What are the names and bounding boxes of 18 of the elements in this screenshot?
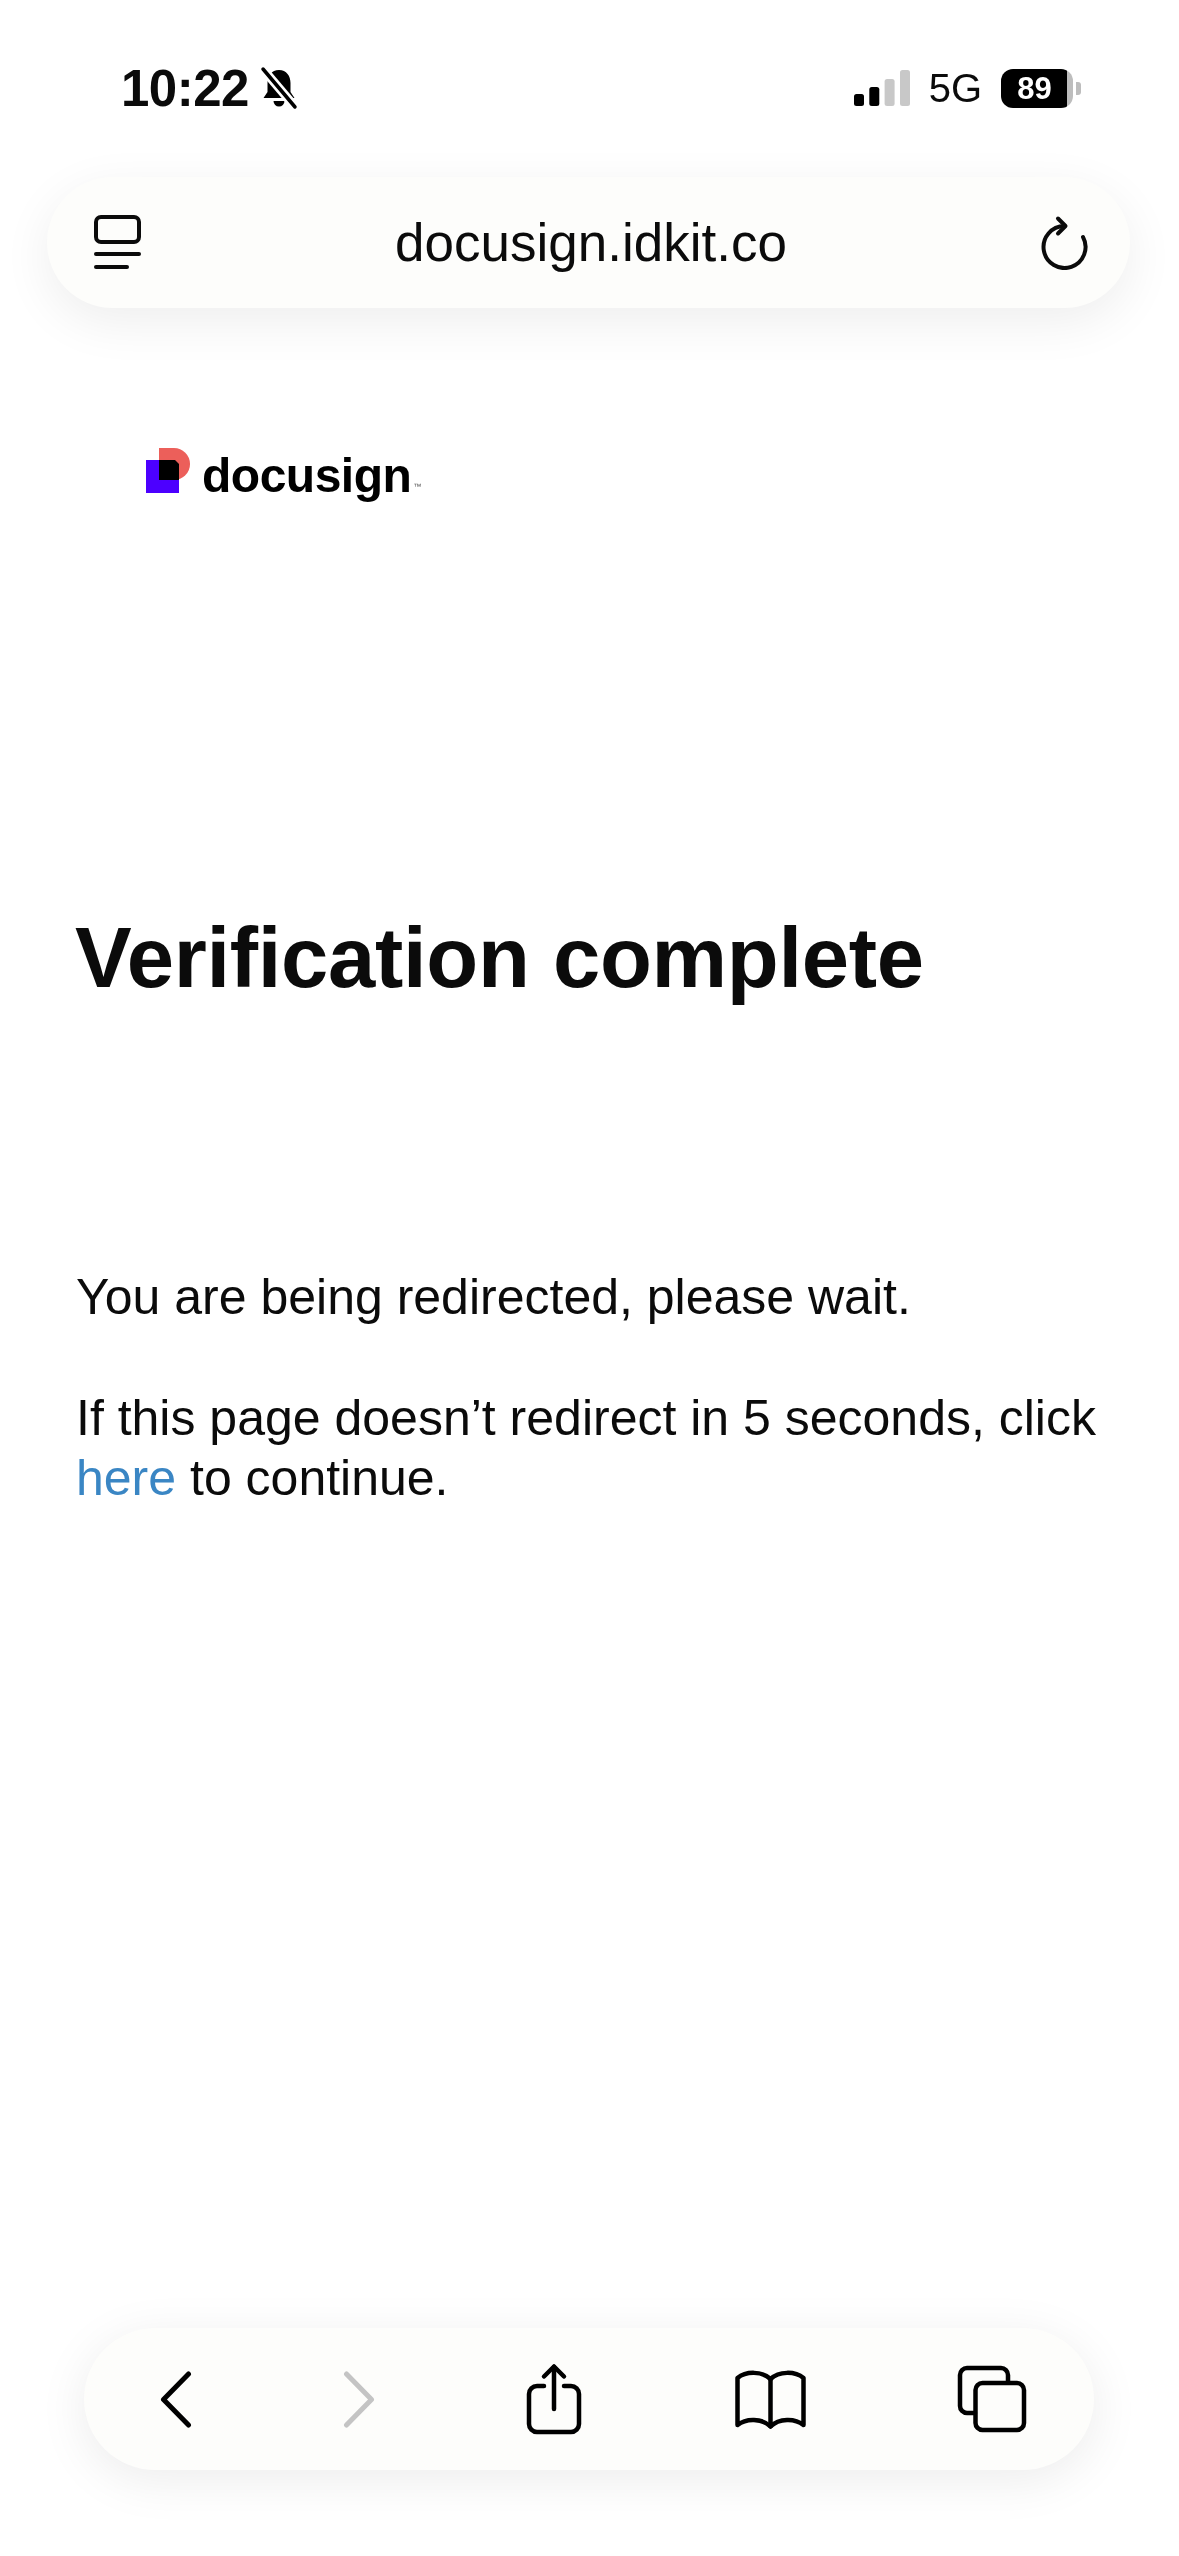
logo-wordmark: docusign <box>202 452 412 500</box>
status-message: You are being redirected, please wait. <box>76 1268 911 1327</box>
network-type: 5G <box>928 68 982 108</box>
status-time: 10:22 <box>121 62 249 114</box>
chevron-left-icon[interactable] <box>160 2370 192 2428</box>
reload-icon[interactable] <box>1041 215 1088 270</box>
address-bar[interactable]: docusign.idkit.co <box>47 177 1130 308</box>
signal-icon <box>853 70 910 106</box>
trademark-sign: ™ <box>413 483 422 491</box>
open-book-icon[interactable] <box>733 2368 807 2430</box>
page-heading: Verification complete <box>75 909 924 1007</box>
share-icon[interactable] <box>525 2362 583 2436</box>
battery-indicator: 89 <box>1001 68 1081 108</box>
page-menu-icon[interactable] <box>94 215 141 270</box>
logo-icon <box>146 448 190 493</box>
tabs-icon[interactable] <box>957 2365 1027 2433</box>
redirect-notice: If this page doesn’t redirect in 5 seconds, click here to continue. <box>76 1389 1097 1508</box>
continue-link[interactable]: here <box>76 1450 177 1506</box>
